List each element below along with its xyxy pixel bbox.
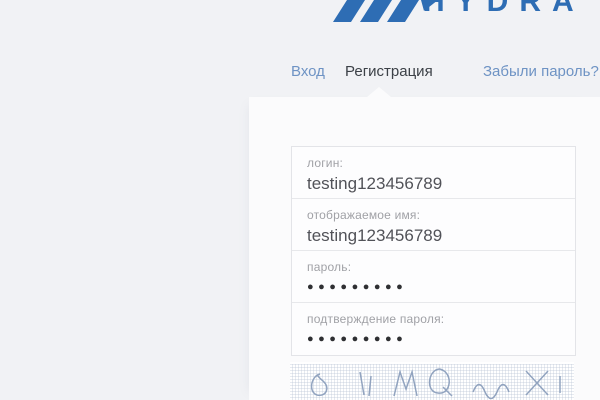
logo: HYDRA [333,0,578,24]
password-confirm-label: подтверждение пароля: [307,312,561,326]
login-field[interactable]: логин: testing123456789 [292,147,575,199]
display-name-value: testing123456789 [307,226,561,246]
login-label: логин: [307,156,561,170]
password-label: пароль: [307,260,561,274]
registration-page: { "logo": { "text": "HYDRA" }, "nav": { … [0,0,600,400]
panel-notch [367,87,391,97]
tab-login[interactable]: Вход [291,63,325,80]
password-confirm-field[interactable]: подтверждение пароля: ●●●●●●●●● [292,303,575,355]
display-name-field[interactable]: отображаемое имя: testing123456789 [292,199,575,251]
login-value: testing123456789 [307,174,561,194]
password-field[interactable]: пароль: ●●●●●●●●● [292,251,575,303]
password-value: ●●●●●●●●● [307,281,561,293]
tab-registration[interactable]: Регистрация [345,63,433,80]
captcha-image [290,362,574,400]
registration-form: логин: testing123456789 отображаемое имя… [291,146,576,356]
logo-text: HYDRA [423,0,578,13]
display-name-label: отображаемое имя: [307,208,561,222]
password-confirm-value: ●●●●●●●●● [307,333,561,345]
tab-forgot-password[interactable]: Забыли пароль? [483,63,599,80]
